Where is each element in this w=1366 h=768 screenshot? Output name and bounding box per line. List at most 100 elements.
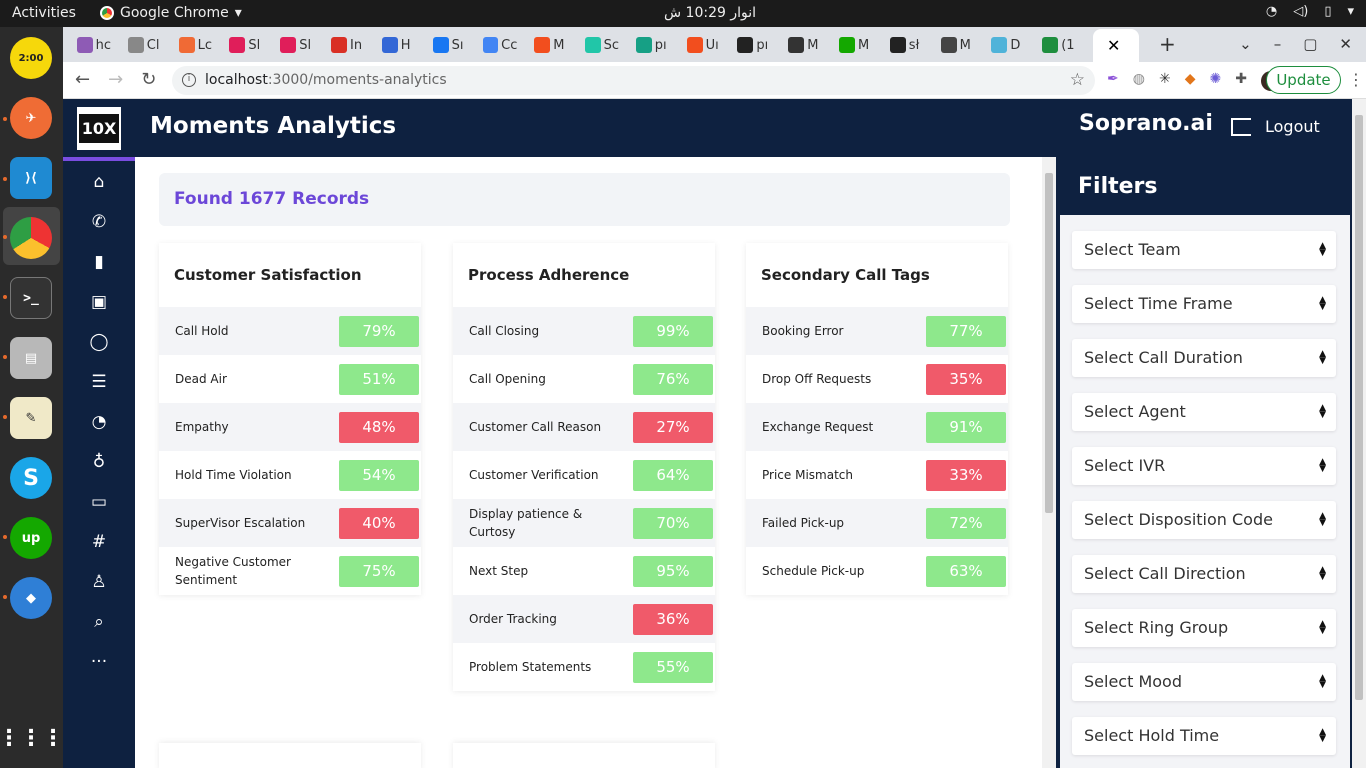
metric-row[interactable]: SuperVisor Escalation 40%: [159, 499, 421, 547]
text-editor-icon[interactable]: ✎: [10, 397, 52, 439]
browser-tab[interactable]: pı: [635, 33, 670, 57]
app-menu[interactable]: Google Chrome ▾: [100, 5, 242, 21]
home-icon[interactable]: ⌂: [89, 172, 109, 192]
user-check-icon[interactable]: ♙: [89, 572, 109, 592]
tab-search-icon[interactable]: ⌄: [1239, 35, 1252, 53]
tv-icon[interactable]: ▭: [89, 492, 109, 512]
browser-tab[interactable]: M: [788, 33, 822, 57]
scrollbar-thumb[interactable]: [1355, 115, 1363, 700]
bar-chart-icon[interactable]: ▮: [89, 252, 109, 272]
close-tab-icon[interactable]: ✕: [1107, 36, 1120, 55]
metric-row[interactable]: Call Closing 99%: [453, 307, 715, 355]
clock[interactable]: انوار 10:29 ش: [664, 5, 756, 21]
search-icon[interactable]: ⌕: [89, 612, 109, 632]
skype-icon[interactable]: S: [10, 457, 52, 499]
filter-select[interactable]: Select Time Frame ▲ ▼: [1072, 285, 1336, 323]
system-tray[interactable]: ◔ ◁) ▯ ▾: [1266, 4, 1354, 19]
metric-row[interactable]: Call Opening 76%: [453, 355, 715, 403]
filter-select[interactable]: Select Mood ▲ ▼: [1072, 663, 1336, 701]
metric-row[interactable]: Customer Verification 64%: [453, 451, 715, 499]
browser-tab[interactable]: In: [331, 33, 365, 57]
colorful-extension-icon[interactable]: ✺: [1209, 71, 1221, 91]
more-menu-icon[interactable]: ⋮: [1348, 70, 1364, 89]
metric-row[interactable]: Call Hold 79%: [159, 307, 421, 355]
vscode-icon[interactable]: ⟩⟨: [10, 157, 52, 199]
pie-chart-icon[interactable]: ◔: [89, 412, 109, 432]
forward-icon[interactable]: →: [108, 69, 123, 90]
filter-select[interactable]: Select IVR ▲ ▼: [1072, 447, 1336, 485]
close-window-button[interactable]: ✕: [1339, 35, 1352, 53]
browser-tab[interactable]: H: [381, 33, 416, 57]
metric-row[interactable]: Dead Air 51%: [159, 355, 421, 403]
filter-select[interactable]: Select Call Direction ▲ ▼: [1072, 555, 1336, 593]
browser-tab[interactable]: D: [991, 33, 1025, 57]
metric-row[interactable]: Schedule Pick-up 63%: [746, 547, 1008, 595]
metric-row[interactable]: Display patience & Curtosy 70%: [453, 499, 715, 547]
filter-select[interactable]: Select Call Duration ▲ ▼: [1072, 339, 1336, 377]
activities-button[interactable]: Activities: [12, 5, 76, 21]
browser-tab[interactable]: Sl: [280, 33, 314, 57]
metric-row[interactable]: Hold Time Violation 54%: [159, 451, 421, 499]
update-button[interactable]: Update: [1266, 66, 1341, 94]
content-scrollbar[interactable]: [1042, 157, 1056, 768]
browser-tab[interactable]: pı: [737, 33, 771, 57]
metric-row[interactable]: Drop Off Requests 35%: [746, 355, 1008, 403]
browser-tab[interactable]: (1: [1042, 33, 1076, 57]
back-icon[interactable]: ←: [75, 69, 90, 90]
metric-row[interactable]: Order Tracking 36%: [453, 595, 715, 643]
metric-row[interactable]: Exchange Request 91%: [746, 403, 1008, 451]
scrollbar-thumb[interactable]: [1045, 173, 1053, 513]
metric-row[interactable]: Negative Customer Sentiment 75%: [159, 547, 421, 595]
chrome-icon[interactable]: [10, 217, 52, 259]
filter-select[interactable]: Select Agent ▲ ▼: [1072, 393, 1336, 431]
metric-row[interactable]: Next Step 95%: [453, 547, 715, 595]
browser-tab[interactable]: Cc: [483, 33, 517, 57]
app-logo[interactable]: 10X: [77, 107, 121, 150]
pen-extension-icon[interactable]: ✒: [1107, 71, 1119, 91]
browser-tab[interactable]: M: [839, 33, 873, 57]
metamask-icon[interactable]: ◆: [1185, 71, 1196, 91]
filter-select[interactable]: Select Ring Group ▲ ▼: [1072, 609, 1336, 647]
site-info-icon[interactable]: i: [182, 73, 196, 87]
list-icon[interactable]: ☰: [89, 372, 109, 392]
phone-calls-icon[interactable]: ✆: [89, 212, 109, 232]
puzzle-extensions-icon[interactable]: ✚: [1235, 71, 1247, 91]
browser-tab[interactable]: sł: [889, 33, 924, 57]
metric-row[interactable]: Empathy 48%: [159, 403, 421, 451]
browser-tab[interactable]: M: [534, 33, 568, 57]
reload-icon[interactable]: ↻: [141, 69, 156, 90]
browser-tab[interactable]: Sı: [432, 33, 467, 57]
new-tab-button[interactable]: +: [1159, 32, 1176, 56]
metric-row[interactable]: Price Mismatch 33%: [746, 451, 1008, 499]
show-apps-icon[interactable]: ⋮⋮⋮: [0, 717, 64, 759]
postman-icon[interactable]: ✈: [10, 97, 52, 139]
tab-active[interactable]: ✕: [1093, 29, 1139, 62]
cpu-icon[interactable]: ▣: [89, 292, 109, 312]
metric-row[interactable]: Booking Error 77%: [746, 307, 1008, 355]
filter-select[interactable]: Select Hold Time ▲ ▼: [1072, 717, 1336, 755]
maximize-button[interactable]: ▢: [1303, 35, 1317, 53]
browser-tab[interactable]: Uı: [686, 33, 721, 57]
browser-tab[interactable]: hc: [77, 33, 111, 57]
browser-tab[interactable]: Cl: [127, 33, 162, 57]
filter-select[interactable]: Select Team ▲ ▼: [1072, 231, 1336, 269]
minimize-button[interactable]: –: [1274, 35, 1282, 53]
chat-bubble-icon[interactable]: ◯: [89, 332, 109, 352]
award-icon[interactable]: ♁: [89, 452, 109, 472]
files-icon[interactable]: ▤: [10, 337, 52, 379]
filter-select[interactable]: Select Disposition Code ▲ ▼: [1072, 501, 1336, 539]
more-icon[interactable]: ···: [89, 652, 109, 672]
globe-extension-icon[interactable]: ◍: [1133, 71, 1145, 91]
metric-row[interactable]: Customer Call Reason 27%: [453, 403, 715, 451]
page-scrollbar[interactable]: [1352, 99, 1366, 768]
software-updater-icon[interactable]: ◆: [10, 577, 52, 619]
bookmark-star-icon[interactable]: ☆: [1070, 70, 1085, 90]
clock-app-icon[interactable]: 2:00: [10, 37, 52, 79]
react-devtools-icon[interactable]: ✳: [1159, 71, 1171, 91]
upwork-icon[interactable]: up: [10, 517, 52, 559]
metric-row[interactable]: Problem Statements 55%: [453, 643, 715, 691]
browser-tab[interactable]: M: [940, 33, 975, 57]
logout-button[interactable]: Logout: [1231, 117, 1320, 136]
terminal-icon[interactable]: >_: [10, 277, 52, 319]
address-bar[interactable]: i localhost:3000/moments-analytics ☆: [172, 66, 1095, 95]
